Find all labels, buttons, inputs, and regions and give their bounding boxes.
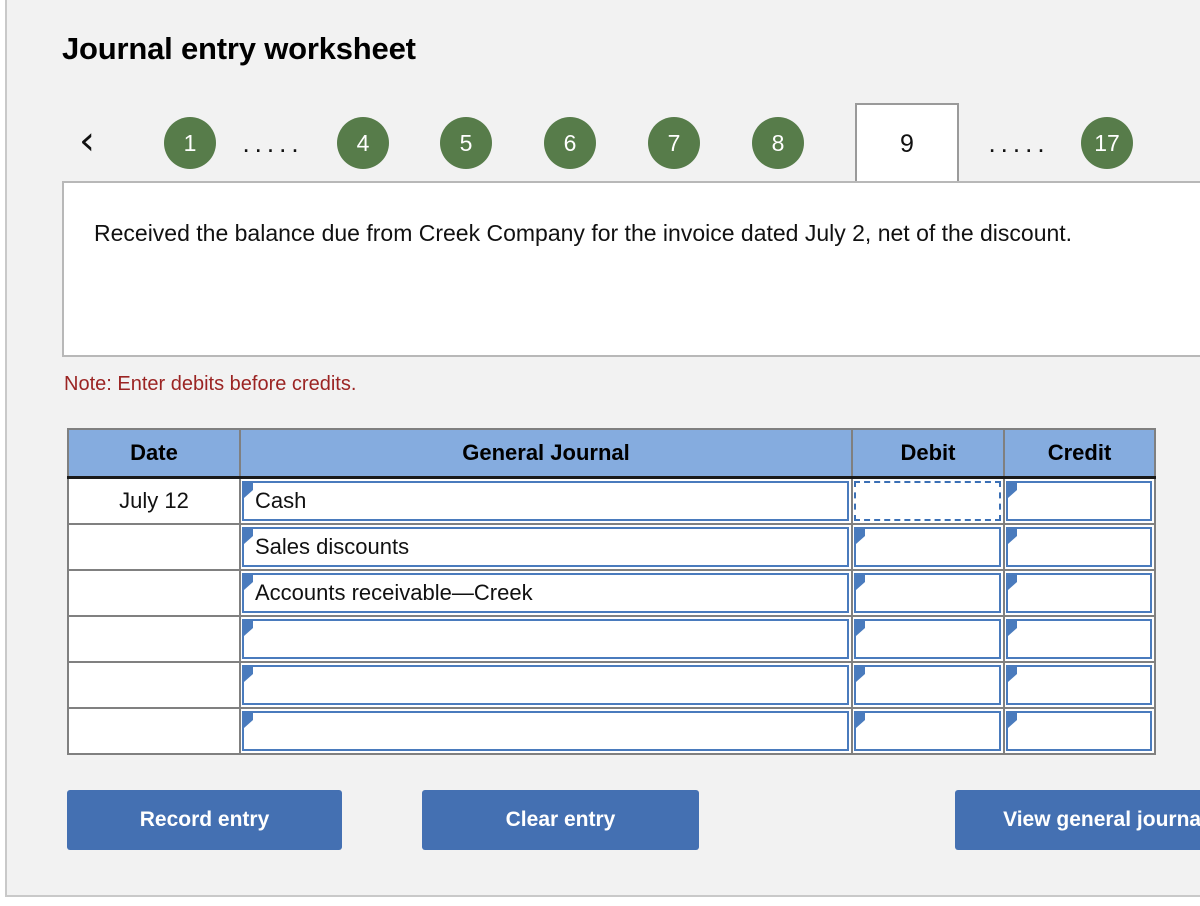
account-input[interactable] bbox=[242, 711, 849, 751]
table-row: Accounts receivable—Creek bbox=[67, 569, 1156, 617]
dropdown-triangle-icon bbox=[856, 574, 865, 590]
step-tab-8[interactable]: 8 bbox=[752, 117, 804, 169]
account-cell bbox=[239, 615, 853, 663]
account-value: Sales discounts bbox=[255, 534, 410, 559]
account-cell bbox=[239, 661, 853, 709]
debit-input-focused[interactable] bbox=[854, 481, 1001, 521]
dropdown-triangle-icon bbox=[1008, 620, 1017, 636]
credit-input[interactable] bbox=[1006, 573, 1152, 613]
credit-cell bbox=[1003, 569, 1156, 617]
view-general-journal-button[interactable]: View general journal bbox=[955, 790, 1200, 850]
debit-cell bbox=[851, 569, 1005, 617]
account-input[interactable] bbox=[242, 619, 849, 659]
debit-cell bbox=[851, 661, 1005, 709]
credit-cell bbox=[1003, 476, 1156, 525]
date-cell[interactable] bbox=[67, 569, 241, 617]
chevron-left-icon[interactable]: ‹ bbox=[70, 121, 104, 165]
column-header-general-journal: General Journal bbox=[239, 428, 853, 479]
dropdown-triangle-icon bbox=[1008, 528, 1017, 544]
worksheet-card: Journal entry worksheet ‹ 1 ..... 4 5 6 … bbox=[5, 0, 1200, 897]
journal-header-row: Date General Journal Debit Credit bbox=[67, 428, 1156, 479]
step-tab-6[interactable]: 6 bbox=[544, 117, 596, 169]
step-tab-4[interactable]: 4 bbox=[337, 117, 389, 169]
dropdown-triangle-icon bbox=[856, 620, 865, 636]
debit-input[interactable] bbox=[854, 619, 1001, 659]
table-row: July 12 Cash bbox=[67, 476, 1156, 525]
debit-input[interactable] bbox=[854, 527, 1001, 567]
column-header-debit: Debit bbox=[851, 428, 1005, 479]
table-row bbox=[67, 707, 1156, 755]
dropdown-triangle-icon bbox=[244, 482, 253, 498]
credit-input[interactable] bbox=[1006, 665, 1152, 705]
dropdown-triangle-icon bbox=[1008, 574, 1017, 590]
page-title: Journal entry worksheet bbox=[62, 31, 416, 66]
step-tabstrip: ‹ 1 ..... 4 5 6 7 8 9 ..... 17 bbox=[62, 103, 1200, 183]
journal-entry-table: Date General Journal Debit Credit July 1… bbox=[67, 428, 1156, 755]
transaction-description-panel: Received the balance due from Creek Comp… bbox=[62, 181, 1200, 357]
dropdown-triangle-icon bbox=[1008, 666, 1017, 682]
date-cell[interactable]: July 12 bbox=[67, 476, 241, 525]
step-ellipsis-right: ..... bbox=[988, 128, 1050, 158]
credit-input[interactable] bbox=[1006, 619, 1152, 659]
credit-cell bbox=[1003, 523, 1156, 571]
dropdown-triangle-icon bbox=[856, 666, 865, 682]
account-cell: Sales discounts bbox=[239, 523, 853, 571]
record-entry-button[interactable]: Record entry bbox=[67, 790, 342, 850]
credit-input[interactable] bbox=[1006, 527, 1152, 567]
dropdown-triangle-icon bbox=[1008, 712, 1017, 728]
dropdown-triangle-icon bbox=[856, 712, 865, 728]
credit-input[interactable] bbox=[1006, 481, 1152, 521]
credit-cell bbox=[1003, 661, 1156, 709]
step-ellipsis-left: ..... bbox=[242, 128, 304, 158]
table-row bbox=[67, 661, 1156, 709]
account-value: Cash bbox=[255, 488, 307, 513]
clear-entry-button[interactable]: Clear entry bbox=[422, 790, 699, 850]
step-tab-9-active[interactable]: 9 bbox=[855, 103, 959, 183]
step-tab-17[interactable]: 17 bbox=[1081, 117, 1133, 169]
debit-input[interactable] bbox=[854, 711, 1001, 751]
dropdown-triangle-icon bbox=[244, 620, 253, 636]
date-cell[interactable] bbox=[67, 523, 241, 571]
account-cell bbox=[239, 707, 853, 755]
step-tab-5[interactable]: 5 bbox=[440, 117, 492, 169]
dropdown-triangle-icon bbox=[244, 666, 253, 682]
table-row bbox=[67, 615, 1156, 663]
account-cell: Accounts receivable—Creek bbox=[239, 569, 853, 617]
column-header-date: Date bbox=[67, 428, 241, 479]
date-cell[interactable] bbox=[67, 707, 241, 755]
dropdown-triangle-icon bbox=[1008, 482, 1017, 498]
credit-cell bbox=[1003, 707, 1156, 755]
dropdown-triangle-icon bbox=[244, 528, 253, 544]
credit-input[interactable] bbox=[1006, 711, 1152, 751]
account-input[interactable] bbox=[242, 665, 849, 705]
journal-table-body: July 12 Cash Sales discounts Accounts re… bbox=[67, 476, 1156, 755]
debit-input[interactable] bbox=[854, 665, 1001, 705]
debit-cell bbox=[851, 476, 1005, 525]
dropdown-triangle-icon bbox=[244, 574, 253, 590]
account-value: Accounts receivable—Creek bbox=[255, 580, 533, 605]
debit-cell bbox=[851, 615, 1005, 663]
account-input[interactable]: Accounts receivable—Creek bbox=[242, 573, 849, 613]
transaction-description-text: Received the balance due from Creek Comp… bbox=[94, 220, 1073, 246]
debit-input[interactable] bbox=[854, 573, 1001, 613]
dropdown-triangle-icon bbox=[244, 712, 253, 728]
journal-table-head: Date General Journal Debit Credit bbox=[67, 428, 1156, 479]
debit-cell bbox=[851, 707, 1005, 755]
dropdown-triangle-icon bbox=[856, 528, 865, 544]
account-cell: Cash bbox=[239, 476, 853, 525]
account-input[interactable]: Cash bbox=[242, 481, 849, 521]
credit-cell bbox=[1003, 615, 1156, 663]
column-header-credit: Credit bbox=[1003, 428, 1156, 479]
date-cell[interactable] bbox=[67, 661, 241, 709]
account-input[interactable]: Sales discounts bbox=[242, 527, 849, 567]
date-cell[interactable] bbox=[67, 615, 241, 663]
debit-cell bbox=[851, 523, 1005, 571]
table-row: Sales discounts bbox=[67, 523, 1156, 571]
debits-before-credits-note: Note: Enter debits before credits. bbox=[64, 373, 357, 395]
step-tab-1[interactable]: 1 bbox=[164, 117, 216, 169]
step-tab-7[interactable]: 7 bbox=[648, 117, 700, 169]
